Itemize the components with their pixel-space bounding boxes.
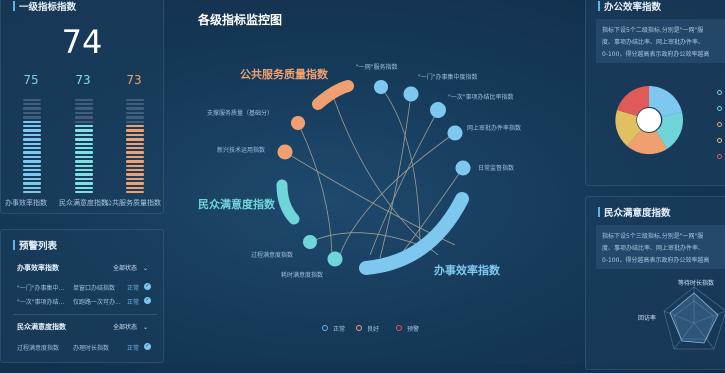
- panel-title: 民众满意度指数: [598, 205, 671, 219]
- node-support-service[interactable]: [291, 116, 305, 130]
- node-label: 网上审批办件率指数: [467, 125, 522, 132]
- description-line: 度、事项办结比率、网上审批办件率、: [602, 245, 705, 252]
- node-online-approval[interactable]: [447, 125, 463, 141]
- description-line: 0-100，得分越高表示政府办公效率越高: [602, 257, 710, 264]
- description-line: 度、事项办结比率、网上审批办件率、: [602, 39, 705, 46]
- description-box: 指标下设5个三级指标,分别是"一网"服 度、事项办结比率、网上审批办件率、 0-…: [596, 225, 725, 269]
- connection-line: [297, 122, 333, 256]
- connection-line: [379, 93, 412, 259]
- node-time-satisfaction[interactable]: [327, 251, 343, 267]
- group-label-public-service: 公共服务质量指数: [240, 68, 328, 81]
- node-yimen[interactable]: [403, 86, 419, 102]
- legend-dot: [717, 90, 722, 95]
- legend-dot: [717, 138, 722, 143]
- node-label: "一门"办事集中度指数: [418, 74, 478, 81]
- radar-chart: [663, 286, 725, 350]
- description-line: 指标下设5个二级指标,分别是"一网"服: [602, 27, 704, 34]
- node-yici[interactable]: [430, 102, 446, 118]
- node-label: 新兴技术运用指数: [217, 147, 266, 154]
- public-service-arc: [312, 80, 354, 110]
- node-label: 支撑服务质量（基础分）: [207, 110, 274, 117]
- citizen-satisfaction-arc: [276, 179, 300, 225]
- node-label: 过程满意度指数: [251, 252, 294, 259]
- node-yiwang[interactable]: [374, 80, 388, 94]
- description-box: 指标下设5个二级指标,分别是"一网"服 度、事项办结比率、网上审批办件率、 0-…: [596, 19, 725, 63]
- node-label: "一次"事项办结比率指数: [448, 94, 514, 101]
- legend-dot: [717, 122, 722, 127]
- node-new-tech[interactable]: [277, 144, 293, 160]
- legend-label: 预警: [407, 326, 420, 333]
- group-label-efficiency: 办事效率指数: [434, 264, 500, 277]
- legend-label: 正常: [333, 326, 346, 333]
- group-label-citizen-satisfaction: 民众满意度指数: [198, 198, 275, 211]
- legend-dot: [717, 106, 722, 111]
- node-label: 日常监督指数: [478, 165, 515, 172]
- node-label: 耗时满意度指数: [281, 272, 324, 279]
- legend-label: 良好: [367, 326, 380, 333]
- node-daily-supervision[interactable]: [455, 160, 471, 176]
- panel-title: 办公效率指数: [597, 0, 661, 13]
- node-label: "一网"服务指数: [356, 64, 398, 71]
- connection-line: [284, 151, 456, 246]
- legend-dot: [717, 154, 722, 159]
- connection-line: [332, 95, 439, 256]
- legend-dot-warning: [396, 325, 402, 331]
- chart-legend: 正常 良好 预警: [322, 324, 442, 336]
- legend-dot-good: [356, 325, 362, 331]
- node-process-satisfaction[interactable]: [303, 235, 317, 249]
- donut-chart: [615, 86, 683, 155]
- citizen-satisfaction-panel: 民众满意度指数 指标下设5个三级指标,分别是"一网"服 度、事项办结比率、网上审…: [585, 196, 725, 370]
- legend-dot-normal: [322, 325, 328, 331]
- description-line: 指标下设5个三级指标,分别是"一网"服: [602, 233, 704, 240]
- office-efficiency-panel: 办公效率指数 指标下设5个二级指标,分别是"一网"服 度、事项办结比率、网上审批…: [585, 0, 725, 186]
- connection-line: [380, 86, 421, 251]
- description-line: 0-100，得分越高表示政府办公效率越高: [602, 51, 710, 58]
